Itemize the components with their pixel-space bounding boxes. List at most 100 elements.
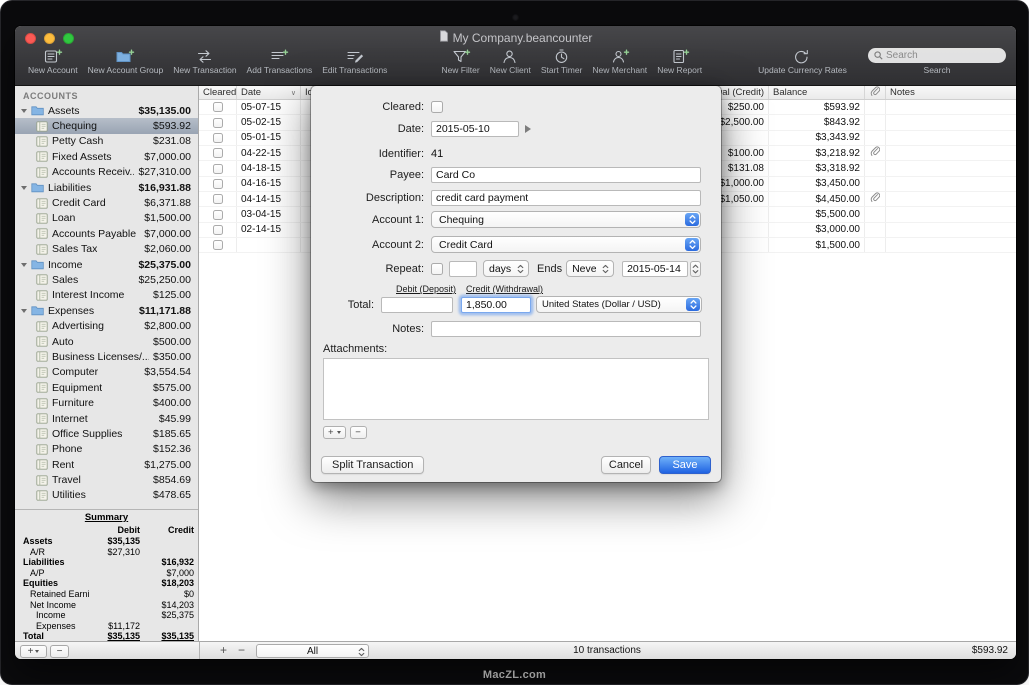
sidebar-item-utilities[interactable]: Utilities $478.65: [15, 488, 198, 503]
new-filter-icon: [450, 48, 472, 64]
repeat-end-date-field[interactable]: 2015-05-14: [622, 261, 688, 277]
row-cleared-checkbox[interactable]: [213, 148, 223, 158]
row-cleared-checkbox[interactable]: [213, 179, 223, 189]
col-header-date[interactable]: Date ∨: [237, 86, 301, 99]
sidebar-item-phone[interactable]: Phone $152.36: [15, 442, 198, 457]
sidebar-item-advertising[interactable]: Advertising $2,800.00: [15, 318, 198, 333]
add-transaction-button[interactable]: +: [220, 642, 227, 659]
total-debit-field[interactable]: [381, 297, 453, 313]
date-field[interactable]: 2015-05-10: [431, 121, 519, 137]
description-field[interactable]: credit card payment: [431, 190, 701, 206]
sidebar-item-office-supplies[interactable]: Office Supplies $185.65: [15, 426, 198, 441]
summary-row-liabilities: Liabilities $16,932: [15, 557, 198, 568]
payee-field[interactable]: Card Co: [431, 167, 701, 183]
sidebar-item-travel[interactable]: Travel $854.69: [15, 472, 198, 487]
statusbar-divider: [199, 642, 200, 659]
dialog-cleared-checkbox[interactable]: [431, 101, 443, 113]
toolbar-button-new-merchant[interactable]: New Merchant: [587, 48, 652, 75]
sidebar-item-fixed-assets[interactable]: Fixed Assets $7,000.00: [15, 149, 198, 164]
repeat-ends-popup[interactable]: Never: [566, 260, 614, 277]
sidebar-item-loan[interactable]: Loan $1,500.00: [15, 211, 198, 226]
debit-column-label[interactable]: Debit (Deposit): [396, 284, 456, 294]
save-button[interactable]: Save: [659, 456, 711, 474]
toolbar-button-new-account[interactable]: New Account: [23, 48, 83, 75]
currency-popup[interactable]: United States (Dollar / USD): [536, 296, 702, 313]
repeat-unit-popup[interactable]: days: [483, 260, 529, 277]
toolbar-button-update-currency-rates[interactable]: Update Currency Rates: [753, 48, 852, 75]
col-header-attachment[interactable]: [865, 86, 886, 99]
remove-attachment-button[interactable]: −: [350, 426, 367, 439]
filter-popup[interactable]: All: [256, 644, 369, 658]
summary-row-assets: Assets $35,135: [15, 536, 198, 547]
total-credit-field[interactable]: 1,850.00: [461, 297, 531, 313]
toolbar-button-new-transaction[interactable]: New Transaction: [168, 48, 241, 75]
sidebar-item-sales-tax[interactable]: Sales Tax $2,060.00: [15, 242, 198, 257]
toolbar-button-start-timer[interactable]: Start Timer: [536, 48, 588, 75]
update-currency-rates-icon: [791, 48, 813, 64]
row-cleared-checkbox[interactable]: [213, 102, 223, 112]
sidebar-item-sales[interactable]: Sales $25,250.00: [15, 272, 198, 287]
row-cleared-checkbox[interactable]: [213, 225, 223, 235]
row-cleared-checkbox[interactable]: [213, 133, 223, 143]
sidebar-item-petty-cash[interactable]: Petty Cash $231.08: [15, 134, 198, 149]
sidebar-item-internet[interactable]: Internet $45.99: [15, 411, 198, 426]
row-cleared-checkbox[interactable]: [213, 210, 223, 220]
credit-column-label[interactable]: Credit (Withdrawal): [466, 284, 543, 294]
account2-popup[interactable]: Credit Card: [431, 236, 701, 253]
sidebar-item-chequing[interactable]: Chequing $593.92: [15, 118, 198, 133]
sidebar-item-interest-income[interactable]: Interest Income $125.00: [15, 288, 198, 303]
summary-row-equities: Equities $18,203: [15, 578, 198, 589]
sidebar-item-assets[interactable]: Assets $35,135.00: [15, 103, 198, 118]
cancel-button[interactable]: Cancel: [601, 456, 651, 474]
row-cleared-checkbox[interactable]: [213, 118, 223, 128]
row-cleared-checkbox[interactable]: [213, 164, 223, 174]
sidebar-item-liabilities[interactable]: Liabilities $16,931.88: [15, 180, 198, 195]
row-cleared-checkbox[interactable]: [213, 194, 223, 204]
col-header-notes[interactable]: Notes: [886, 86, 1016, 99]
disclosure-triangle-icon[interactable]: [21, 186, 27, 190]
sidebar-header: ACCOUNTS: [15, 86, 198, 103]
sidebar-item-rent[interactable]: Rent $1,275.00: [15, 457, 198, 472]
disclosure-triangle-icon[interactable]: [21, 309, 27, 313]
remove-account-button[interactable]: −: [50, 645, 69, 658]
window-title: My Company.beancounter: [15, 30, 1016, 45]
disclosure-triangle-icon[interactable]: [21, 109, 27, 113]
sidebar-item-credit-card[interactable]: Credit Card $6,371.88: [15, 195, 198, 210]
search-input[interactable]: Search: [868, 48, 1006, 63]
sidebar-item-accounts-payable[interactable]: Accounts Payable $7,000.00: [15, 226, 198, 241]
repeat-every-field[interactable]: [449, 261, 477, 277]
sidebar-item-computer[interactable]: Computer $3,554.54: [15, 365, 198, 380]
row-notes: [886, 115, 1016, 129]
toolbar-button-new-account-group[interactable]: New Account Group: [83, 48, 169, 75]
remove-transaction-button[interactable]: −: [238, 642, 245, 659]
row-cleared-checkbox[interactable]: [213, 240, 223, 250]
summary-row-net-income: Net Income $14,203: [15, 600, 198, 611]
date-disclosure-icon[interactable]: [525, 125, 531, 133]
col-header-balance[interactable]: Balance: [769, 86, 865, 99]
row-notes: [886, 223, 1016, 237]
repeat-checkbox[interactable]: [431, 263, 443, 275]
date-stepper[interactable]: [690, 261, 701, 277]
toolbar-button-new-client[interactable]: New Client: [485, 48, 536, 75]
account1-popup[interactable]: Chequing: [431, 211, 701, 228]
toolbar-button-new-filter[interactable]: New Filter: [436, 48, 484, 75]
attachments-box[interactable]: [323, 358, 709, 420]
sidebar-item-expenses[interactable]: Expenses $11,171.88: [15, 303, 198, 318]
sidebar-item-auto[interactable]: Auto $500.00: [15, 334, 198, 349]
sidebar-item-equipment[interactable]: Equipment $575.00: [15, 380, 198, 395]
toolbar-button-edit-transactions[interactable]: Edit Transactions: [317, 48, 392, 75]
sidebar-item-income[interactable]: Income $25,375.00: [15, 257, 198, 272]
sidebar-item-business-licenses[interactable]: Business Licenses/... $350.00: [15, 349, 198, 364]
disclosure-triangle-icon[interactable]: [21, 263, 27, 267]
add-attachment-button[interactable]: +: [323, 426, 346, 439]
sidebar-item-furniture[interactable]: Furniture $400.00: [15, 395, 198, 410]
start-timer-icon: [551, 48, 573, 64]
col-header-cleared[interactable]: Cleared: [199, 86, 237, 99]
toolbar-button-add-transactions[interactable]: Add Transactions: [242, 48, 318, 75]
toolbar-button-new-report[interactable]: New Report: [652, 48, 707, 75]
sidebar-item-accounts-receiv[interactable]: Accounts Receiv... $27,310.00: [15, 165, 198, 180]
row-balance: $5,500.00: [769, 207, 865, 221]
add-account-button[interactable]: +: [20, 645, 47, 658]
split-transaction-button[interactable]: Split Transaction: [321, 456, 424, 474]
notes-field[interactable]: [431, 321, 701, 337]
